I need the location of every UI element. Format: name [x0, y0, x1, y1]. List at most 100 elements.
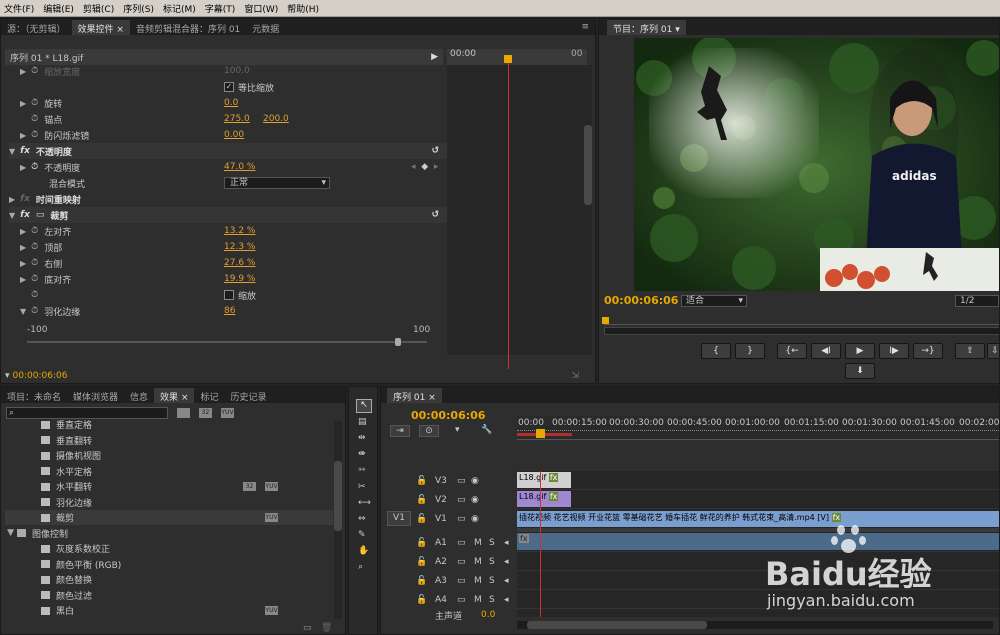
film-icon[interactable]: ▭ [457, 595, 466, 605]
expand-icon[interactable]: ▶ [20, 227, 26, 236]
ripple-edit-tool-icon[interactable]: ⇹ [358, 433, 366, 443]
stopwatch-icon[interactable]: ⏱ [31, 242, 38, 252]
expand-icon[interactable]: ▶ [20, 259, 26, 268]
fx-icon[interactable]: fx [20, 146, 30, 156]
solo-button[interactable]: S [489, 538, 495, 548]
row-crop-section[interactable]: ▼ fx ▭ 裁剪 ↺ [9, 207, 447, 223]
expand-icon[interactable]: ▶ [20, 99, 26, 108]
timeline-playhead[interactable] [536, 429, 545, 438]
mute-button[interactable]: M [474, 557, 482, 567]
expand-icon[interactable]: ▶ [20, 275, 26, 284]
fx-icon[interactable]: fx [20, 210, 30, 220]
eye-icon[interactable]: ◉ [471, 514, 479, 524]
play-only-icon[interactable]: ▶ [431, 52, 438, 62]
go-to-in-button[interactable]: {← [777, 343, 807, 359]
mask-icon[interactable]: ▭ [36, 210, 45, 220]
hand-tool-icon[interactable]: ✋ [358, 546, 369, 556]
effects-list-item[interactable]: 颜色替换 [5, 572, 333, 587]
program-ruler[interactable] [604, 317, 999, 325]
program-timecode[interactable]: 00:00:06:06 [604, 294, 678, 307]
menu-clip[interactable]: 剪辑(C) [83, 2, 114, 15]
play-button[interactable]: ▶ [845, 343, 875, 359]
stopwatch-icon[interactable]: ⏱ [31, 130, 38, 140]
tab-effect-controls[interactable]: 效果控件 × [71, 20, 130, 35]
add-keyframe-icon[interactable]: ◆ [421, 162, 428, 172]
effects-list-item[interactable]: 水平翻转 32 YUV [5, 479, 333, 494]
voiceover-icon[interactable]: ◂ [504, 538, 509, 548]
uniform-scale-checkbox[interactable]: ✓ [224, 82, 234, 92]
tab-audio-mixer[interactable]: 音频剪辑混合器：序列 01 [130, 20, 246, 35]
effects-list-item[interactable]: 垂直定格 [5, 417, 333, 432]
lock-icon[interactable]: 🔓 [416, 538, 427, 548]
lock-icon[interactable]: 🔓 [416, 514, 427, 524]
chevron-down-icon[interactable]: ▾ [675, 25, 680, 35]
menu-help[interactable]: 帮助(H) [287, 2, 319, 15]
snap-icon[interactable]: ⇥ [390, 425, 410, 437]
prev-keyframe-icon[interactable]: ◂ [411, 162, 416, 172]
expand-icon[interactable]: ▶ [9, 195, 15, 204]
effects-folder[interactable]: ▼ 图像控制 [5, 526, 333, 541]
effects-list-item[interactable]: 颜色过滤 [5, 588, 333, 603]
source-patch-v1[interactable]: V1 [387, 511, 411, 526]
reset-icon[interactable]: ↺ [431, 146, 439, 156]
sequence-timecode[interactable]: 00:00:06:06 [411, 409, 485, 422]
tab-sequence[interactable]: 序列 01 × [387, 388, 442, 403]
export-frame-button[interactable]: ⬇ [845, 363, 875, 379]
timeline-h-scrollbar[interactable] [517, 621, 993, 629]
crop-bottom-value[interactable]: 19.9 % [224, 271, 255, 287]
anchor-y-value[interactable]: 200.0 [263, 111, 289, 127]
voiceover-icon[interactable]: ◂ [504, 576, 509, 586]
effects-list-item[interactable]: 摄像机视图 [5, 448, 333, 463]
program-zoom-bar[interactable] [604, 327, 999, 335]
slide-tool-icon[interactable]: ⇔ [358, 514, 366, 524]
add-marker-icon[interactable]: ▾ [455, 425, 460, 435]
slip-tool-icon[interactable]: ⟷ [358, 498, 371, 508]
tab-effects[interactable]: 效果 × [154, 388, 195, 403]
expand-icon[interactable]: ▶ [20, 131, 26, 140]
resolution-select[interactable]: 1/2 [955, 295, 999, 307]
effects-list-item[interactable]: 羽化边缘 [5, 495, 333, 510]
film-icon[interactable]: ▭ [457, 476, 466, 486]
stopwatch-icon[interactable]: ⏱ [31, 66, 38, 76]
trash-icon[interactable]: 🗑 [321, 623, 332, 633]
rotation-value[interactable]: 0.0 [224, 95, 238, 111]
film-icon[interactable]: ▭ [457, 557, 466, 567]
menu-file[interactable]: 文件(F) [4, 2, 34, 15]
mark-in-button[interactable]: { [701, 343, 731, 359]
stopwatch-active-icon[interactable]: ⏱ [31, 162, 38, 172]
feather-slider-track[interactable] [27, 341, 427, 343]
menu-marker[interactable]: 标记(M) [163, 2, 196, 15]
track-select-tool-icon[interactable]: ▤ [358, 417, 367, 427]
selection-tool-icon[interactable]: ↖ [356, 399, 372, 413]
solo-button[interactable]: S [489, 595, 495, 605]
mute-button[interactable]: M [474, 576, 482, 586]
close-icon[interactable]: × [116, 25, 124, 35]
rate-stretch-tool-icon[interactable]: ⇿ [358, 465, 366, 475]
solo-button[interactable]: S [489, 557, 495, 567]
effects-list-item[interactable]: 黑白 YUV [5, 603, 333, 618]
lock-icon[interactable]: 🔓 [416, 557, 427, 567]
rolling-edit-tool-icon[interactable]: ⇼ [358, 449, 366, 459]
film-icon[interactable]: ▭ [457, 576, 466, 586]
mute-button[interactable]: M [474, 595, 482, 605]
effects-list-item[interactable]: 垂直翻转 [5, 433, 333, 448]
tab-metadata[interactable]: 元数据 [246, 20, 285, 35]
razor-tool-icon[interactable]: ✂ [358, 482, 366, 492]
stopwatch-icon[interactable]: ⏱ [31, 290, 38, 300]
timeline-ruler[interactable]: 00:00 00:00:15:00 00:00:30:00 00:00:45:0… [517, 416, 999, 440]
effects-scrollbar[interactable] [334, 421, 342, 619]
feather-slider-handle[interactable] [395, 338, 401, 346]
reset-icon[interactable]: ↺ [431, 210, 439, 220]
close-icon[interactable]: × [428, 393, 436, 403]
clip-v1[interactable]: 插花视频 花艺视频 开业花篮 零基础花艺 婚车插花 鲜花的养护 韩式花束_高清.… [517, 511, 999, 527]
pen-tool-icon[interactable]: ✎ [358, 530, 366, 540]
ec-playhead-marker[interactable] [504, 55, 512, 63]
collapse-icon[interactable]: ▼ [20, 307, 26, 316]
lock-icon[interactable]: 🔓 [416, 576, 427, 586]
anchor-x-value[interactable]: 275.0 [224, 111, 250, 127]
voiceover-icon[interactable]: ◂ [504, 595, 509, 605]
voiceover-icon[interactable]: ◂ [504, 557, 509, 567]
antiflicker-value[interactable]: 0.00 [224, 127, 244, 143]
filter-icon[interactable]: ▾ [5, 371, 10, 381]
tab-info[interactable]: 信息 [124, 388, 154, 403]
